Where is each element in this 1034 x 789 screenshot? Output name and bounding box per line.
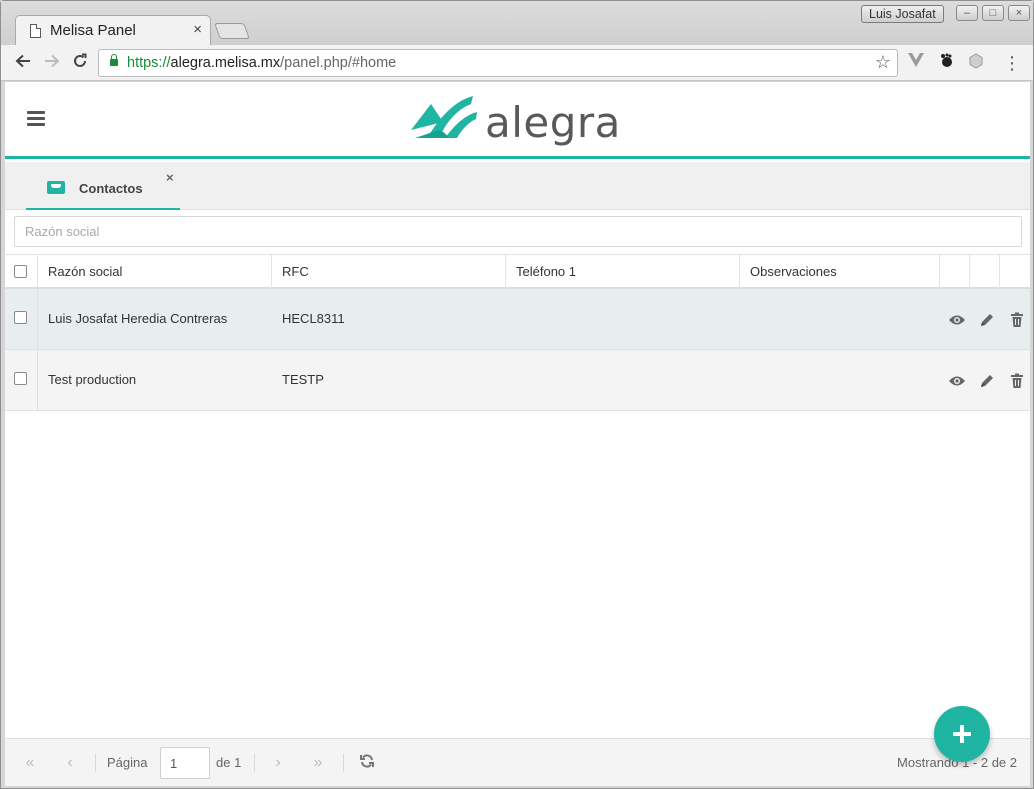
select-all-checkbox[interactable] <box>14 265 27 278</box>
profile-button[interactable]: Luis Josafat <box>861 5 944 23</box>
cell-rfc: TESTP <box>282 372 324 387</box>
forward-button[interactable] <box>41 52 63 74</box>
delete-icon[interactable] <box>1008 311 1026 329</box>
vue-devtools-icon[interactable] <box>906 53 926 73</box>
minimize-button[interactable]: – <box>956 5 978 21</box>
close-window-button[interactable]: × <box>1008 5 1030 21</box>
contacts-table: Razón social RFC Teléfono 1 Observacione… <box>5 254 1030 411</box>
app-root: alegra Contactos × Razón social RFC Telé… <box>5 82 1030 786</box>
forward-arrow-icon <box>45 54 60 68</box>
column-header-razon-social[interactable]: Razón social <box>38 255 272 288</box>
table-row[interactable]: Test production TESTP <box>5 350 1030 411</box>
cell-telefono <box>506 350 516 410</box>
page-label: Página <box>107 755 148 770</box>
edit-icon[interactable] <box>978 311 996 329</box>
lock-icon <box>110 54 118 66</box>
column-header-observaciones[interactable]: Observaciones <box>740 255 940 288</box>
module-tabbar: Contactos × <box>5 162 1030 210</box>
cell-razon-social: Test production <box>48 372 137 387</box>
page-number-input[interactable] <box>160 747 210 779</box>
app-header: alegra <box>5 82 1030 159</box>
address-bar[interactable]: https://alegra.melisa.mx/panel.php/#home… <box>98 49 898 77</box>
view-icon[interactable] <box>948 372 966 390</box>
reload-icon <box>74 53 87 67</box>
cell-observaciones <box>740 289 750 349</box>
first-page-icon[interactable]: « <box>19 753 41 773</box>
row-select-cell <box>5 289 38 349</box>
back-button[interactable] <box>12 52 34 74</box>
row-checkbox[interactable] <box>14 311 27 324</box>
bookmark-star-icon[interactable]: ☆ <box>875 52 891 73</box>
delete-icon[interactable] <box>1008 372 1026 390</box>
browser-toolbar: https://alegra.melisa.mx/panel.php/#home… <box>1 45 1033 81</box>
reload-button[interactable] <box>69 52 91 74</box>
separator <box>343 754 344 772</box>
next-page-icon[interactable]: › <box>267 753 289 773</box>
edit-icon[interactable] <box>978 372 996 390</box>
tab-contactos[interactable]: Contactos <box>26 162 180 210</box>
cell-rfc: HECL8311 <box>282 311 345 326</box>
column-header-telefono[interactable]: Teléfono 1 <box>506 255 740 288</box>
separator <box>95 754 96 772</box>
gnome-extension-icon[interactable] <box>936 53 956 73</box>
add-contact-plus-icon[interactable] <box>934 706 990 762</box>
browser-menu-icon[interactable]: ⋮ <box>1002 53 1022 73</box>
maximize-button[interactable]: □ <box>982 5 1004 21</box>
last-page-icon[interactable]: » <box>307 753 329 773</box>
inbox-icon <box>47 181 65 194</box>
close-tab-button[interactable]: × <box>193 21 202 38</box>
pagination-bar: « ‹ Página de 1 › » Mostrando 1 - 2 de 2 <box>5 738 1030 786</box>
alegra-logo-mark <box>411 96 477 138</box>
view-icon[interactable] <box>948 311 966 329</box>
table-row[interactable]: Luis Josafat Heredia Contreras HECL8311 <box>5 289 1030 350</box>
url-text: https://alegra.melisa.mx/panel.php/#home <box>127 55 397 71</box>
logo-wordmark: alegra <box>485 98 621 147</box>
browser-titlebar: Melisa Panel × Luis Josafat – □ × <box>1 1 1033 46</box>
tab-contactos-label: Contactos <box>79 181 143 196</box>
browser-tab[interactable]: Melisa Panel × <box>15 15 211 46</box>
hamburger-menu-icon[interactable] <box>27 111 45 127</box>
select-all-cell <box>5 255 38 288</box>
refresh-icon[interactable] <box>359 753 375 774</box>
column-header-rfc[interactable]: RFC <box>272 255 506 288</box>
column-header-action-1 <box>940 255 970 288</box>
cell-telefono <box>506 289 516 349</box>
back-arrow-icon <box>15 54 30 68</box>
browser-window: Melisa Panel × Luis Josafat – □ × https:… <box>0 0 1034 789</box>
cell-razon-social: Luis Josafat Heredia Contreras <box>48 311 228 326</box>
separator <box>254 754 255 772</box>
razon-social-search-input[interactable] <box>14 216 1022 247</box>
table-header: Razón social RFC Teléfono 1 Observacione… <box>5 254 1030 289</box>
close-contactos-tab-button[interactable]: × <box>166 170 174 185</box>
browser-tab-title: Melisa Panel <box>50 22 136 39</box>
page-count-label: de 1 <box>216 755 242 770</box>
cube-extension-icon[interactable] <box>966 53 986 73</box>
column-header-action-2 <box>970 255 1000 288</box>
new-tab-button[interactable] <box>214 23 250 39</box>
previous-page-icon[interactable]: ‹ <box>59 753 81 773</box>
alegra-logo: alegra <box>409 94 621 150</box>
row-select-cell <box>5 350 38 410</box>
page-icon <box>30 24 41 38</box>
cell-observaciones <box>740 350 750 410</box>
row-checkbox[interactable] <box>14 372 27 385</box>
